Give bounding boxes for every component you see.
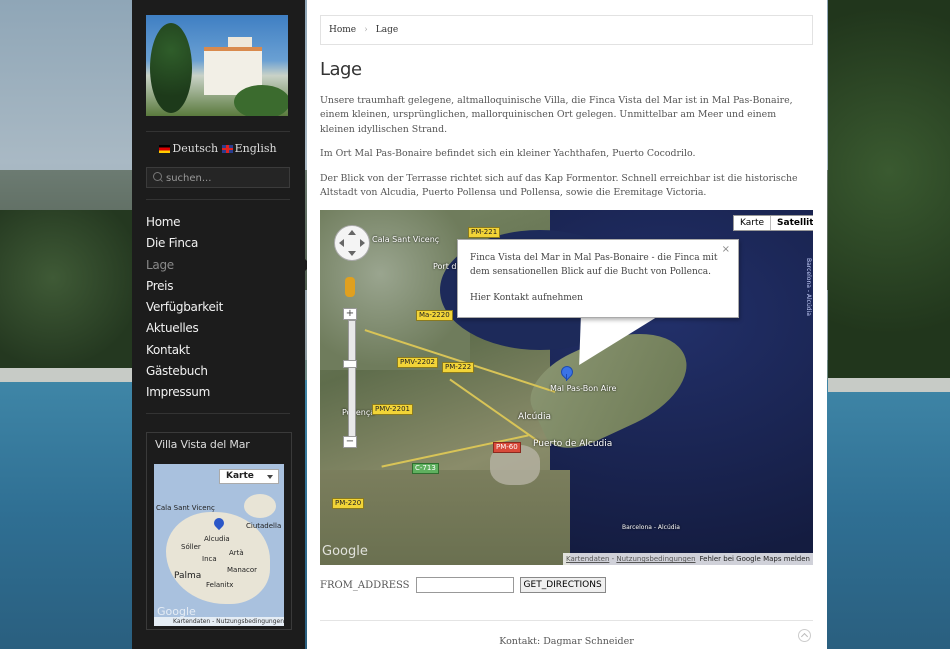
map-place: Alcúdia [518, 412, 552, 422]
english-link[interactable]: English [221, 142, 277, 155]
road-label: C-713 [412, 463, 439, 474]
road-label: PM-60 [493, 442, 521, 453]
map-place: Barcelona - Alcúdia [622, 524, 680, 531]
minimap-label: Sóller [181, 543, 201, 551]
mini-map[interactable]: Cala Sant Vicenç Ciutadella Alcudia Sóll… [154, 464, 284, 626]
minimap-label: Felanitx [206, 581, 234, 589]
road-label: PMV-2202 [397, 357, 438, 368]
from-address-input[interactable] [415, 577, 514, 593]
road-label: PM-222 [442, 362, 475, 373]
infowindow-text: Finca Vista del Mar in Mal Pas-Bonaire -… [470, 253, 718, 277]
breadcrumb-current: Lage [375, 25, 399, 35]
minimap-label: Manacor [227, 566, 258, 574]
harbor-paragraph: Im Ort Mal Pas-Bonaire befindet sich ein… [320, 148, 696, 159]
widget-title: Villa Vista del Mar [155, 438, 250, 451]
nav-item-die-finca[interactable]: Die Finca [146, 233, 290, 254]
minimap-label: Inca [202, 555, 217, 563]
breadcrumb-home[interactable]: Home [329, 25, 356, 35]
nav-item-lage[interactable]: Lage [146, 255, 290, 276]
page-title: Lage [320, 59, 362, 80]
nav-item-home[interactable]: Home [146, 212, 290, 233]
map-type-satellit[interactable]: Satellit [770, 216, 813, 230]
search-input[interactable] [164, 170, 288, 187]
nav-item-verfuegbarkeit[interactable]: Verfügbarkeit [146, 297, 290, 318]
minimap-label: Palma [174, 571, 202, 581]
pan-down-icon[interactable] [348, 251, 356, 256]
intro-paragraph: Unsere traumhaft gelegene, altmalloquini… [320, 95, 793, 135]
pan-control[interactable] [334, 225, 370, 261]
get-directions-button[interactable]: GET_DIRECTIONS [519, 577, 606, 593]
from-address-label: FROM_ADDRESS [320, 579, 410, 591]
sidebar: Deutsch English Home Die Finca Lage Prei… [132, 0, 305, 649]
minimap-label: Cala Sant Vicenç [156, 504, 215, 512]
breadcrumb: Home › Lage [320, 15, 813, 45]
zoom-slider[interactable] [348, 320, 356, 442]
uk-flag-icon [221, 145, 233, 153]
road-label: PMV-2201 [372, 404, 413, 415]
search-box [146, 167, 290, 188]
chevron-down-icon [267, 475, 273, 479]
map-infowindow: × Finca Vista del Mar in Mal Pas-Bonaire… [457, 239, 739, 318]
map-place: Cala Sant Vicenç [372, 235, 440, 244]
ferry-route-label: Barcelona - Alcúdia [805, 258, 812, 316]
pan-left-icon[interactable] [339, 239, 344, 247]
nav-item-aktuelles[interactable]: Aktuelles [146, 318, 290, 339]
main-nav: Home Die Finca Lage Preis Verfügbarkeit … [146, 212, 290, 404]
nav-item-preis[interactable]: Preis [146, 276, 290, 297]
map-data-link[interactable]: Kartendaten [566, 555, 609, 563]
villa-photo [146, 15, 288, 116]
minimap-type-select[interactable]: Karte [219, 469, 279, 484]
nav-item-impressum[interactable]: Impressum [146, 382, 290, 403]
nav-item-gaestebuch[interactable]: Gästebuch [146, 361, 290, 382]
minimap-label: Alcudia [204, 535, 230, 543]
search-icon [153, 172, 162, 181]
zoom-out-button[interactable]: − [343, 436, 357, 448]
map-type-control: Karte Satellit [733, 215, 813, 231]
pegman-icon[interactable] [345, 277, 355, 297]
directions-form: FROM_ADDRESS GET_DIRECTIONS [320, 577, 606, 593]
footer-divider [320, 620, 813, 621]
german-flag-icon [159, 145, 171, 153]
road-label: PM-221 [468, 227, 501, 238]
map-place: Pollença [342, 408, 376, 417]
road-label: PM-220 [332, 498, 365, 509]
language-switcher: Deutsch English [146, 142, 290, 155]
minimap-label: Artà [229, 549, 244, 557]
nav-item-kontakt[interactable]: Kontakt [146, 340, 290, 361]
german-link[interactable]: Deutsch [159, 142, 218, 155]
report-error-link[interactable]: Fehler bei Google Maps melden [700, 555, 810, 563]
minimap-terms[interactable]: Kartendaten - Nutzungsbedingungen [154, 617, 284, 626]
map-terms: Kartendaten - Nutzungsbedingungen Fehler … [563, 553, 813, 565]
zoom-slider-handle[interactable] [343, 360, 357, 368]
pan-right-icon[interactable] [360, 239, 365, 247]
map-place: Puerto de Alcudia [533, 439, 613, 449]
infowindow-contact-link[interactable]: Hier Kontakt aufnehmen [470, 291, 583, 305]
view-paragraph: Der Blick von der Terrasse richtet sich … [320, 173, 798, 199]
map-place: Mal Pas-Bon Aire [550, 384, 617, 393]
location-widget: Villa Vista del Mar Cala Sant Vicenç Ciu… [146, 432, 292, 630]
minimap-label: Ciutadella [246, 522, 282, 530]
footer-contact: Kontakt: Dagmar Schneider [499, 636, 634, 647]
road-label: Ma-2220 [416, 310, 453, 321]
google-map[interactable]: Cala Sant Vicenç Port de Pollença Pollen… [320, 210, 813, 565]
google-logo: Google [322, 544, 368, 559]
zoom-in-button[interactable]: + [343, 308, 357, 320]
terms-link[interactable]: Nutzungsbedingungen [616, 555, 695, 563]
marker-stem [566, 374, 567, 381]
map-type-karte[interactable]: Karte [734, 216, 770, 230]
main-content: Home › Lage Lage Unsere traumhaft gelegene… [307, 0, 827, 649]
pan-up-icon[interactable] [348, 230, 356, 235]
